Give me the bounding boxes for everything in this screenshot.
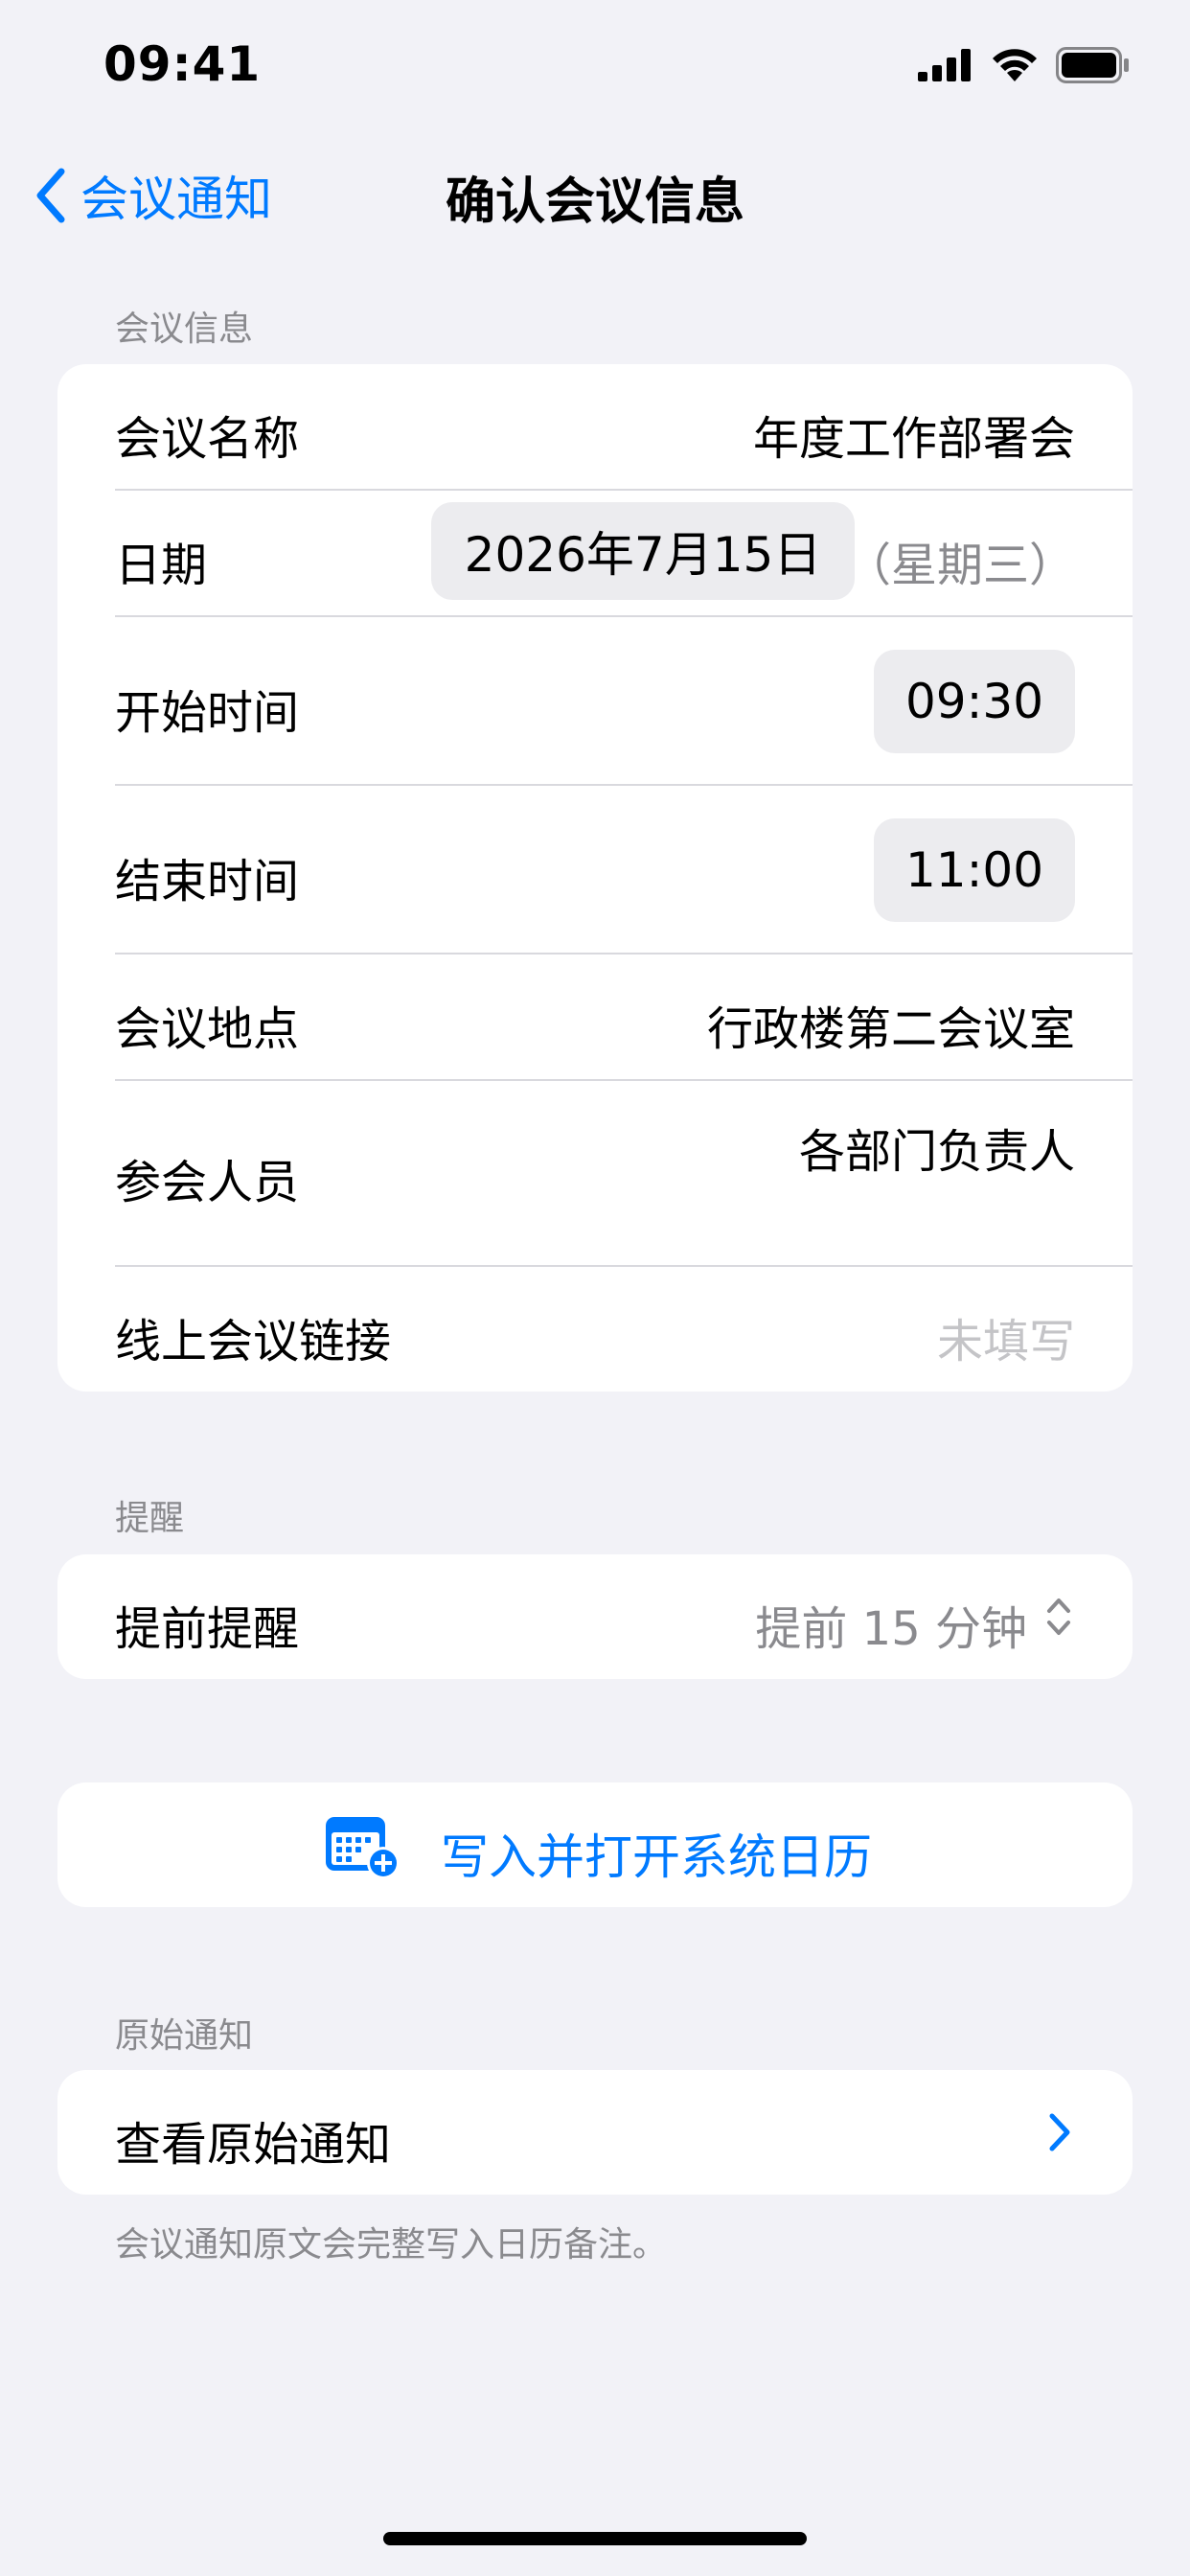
meeting-name-value: 年度工作部署会 [752, 412, 1075, 466]
location-value: 行政楼第二会议室 [706, 1002, 1075, 1056]
end-time-label: 结束时间 [115, 855, 300, 908]
section-header-original: 原始通知 [115, 2016, 254, 2056]
page-title: 确认会议信息 [445, 173, 744, 231]
reminder-row[interactable]: 提前提醒 提前 15 分钟 [57, 1554, 1133, 1679]
reminder-value: 提前 15 分钟 [755, 1602, 1027, 1656]
online-link-label: 线上会议链接 [115, 1315, 392, 1368]
write-calendar-button[interactable]: 写入并打开系统日历 [57, 1782, 1133, 1907]
start-time-row: 开始时间 09:30 [57, 617, 1133, 784]
start-time-label: 开始时间 [115, 686, 300, 740]
original-card: 查看原始通知 [57, 2070, 1133, 2195]
cellular-signal-icon [918, 49, 971, 81]
view-original-row[interactable]: 查看原始通知 [57, 2070, 1133, 2195]
date-picker-button[interactable]: 2026年7月15日 [431, 502, 855, 600]
battery-icon [1056, 47, 1129, 83]
meeting-info-card: 会议名称 年度工作部署会 日期 2026年7月15日 （星期三） 开始时间 09… [57, 364, 1133, 1392]
meeting-name-label: 会议名称 [115, 412, 300, 466]
status-icons [918, 44, 1131, 86]
meeting-name-row[interactable]: 会议名称 年度工作部署会 [57, 364, 1133, 489]
original-note: 会议通知原文会完整写入日历备注。 [115, 2225, 668, 2265]
end-time-row: 结束时间 11:00 [57, 786, 1133, 953]
attendees-label: 参会人员 [115, 1156, 300, 1209]
calendar-add-icon [326, 1817, 400, 1879]
online-link-row[interactable]: 线上会议链接 未填写 [57, 1267, 1133, 1392]
reminder-label: 提前提醒 [115, 1602, 300, 1656]
section-header-meeting-info: 会议信息 [115, 310, 254, 349]
location-label: 会议地点 [115, 1002, 300, 1056]
end-time-picker-button[interactable]: 11:00 [874, 818, 1075, 922]
status-time: 09:41 [103, 36, 262, 92]
start-time-value: 09:30 [904, 674, 1044, 729]
attendees-value: 各部门负责人 [798, 1125, 1075, 1179]
chevron-right-icon [1049, 2113, 1070, 2151]
chevron-up-down-icon [1047, 1598, 1070, 1635]
date-row: 日期 2026年7月15日 （星期三） [57, 491, 1133, 615]
start-time-picker-button[interactable]: 09:30 [874, 650, 1075, 753]
write-calendar-label: 写入并打开系统日历 [441, 1829, 872, 1885]
online-link-field[interactable]: 未填写 [937, 1303, 1075, 1370]
wifi-icon [993, 49, 1037, 81]
attendees-row[interactable]: 参会人员 各部门负责人 [57, 1081, 1133, 1265]
date-value: 2026年7月15日 [464, 527, 822, 583]
navigation-bar: 会议通知 确认会议信息 [0, 144, 1190, 240]
home-indicator [383, 2532, 807, 2545]
section-header-reminder: 提醒 [115, 1499, 185, 1538]
status-bar: 09:41 [0, 0, 1190, 134]
view-original-label: 查看原始通知 [115, 2118, 392, 2172]
weekday-value: （星期三） [844, 539, 1075, 592]
end-time-value: 11:00 [904, 842, 1044, 898]
reminder-card: 提前提醒 提前 15 分钟 [57, 1554, 1133, 1679]
date-label: 日期 [115, 539, 208, 592]
location-row[interactable]: 会议地点 行政楼第二会议室 [57, 954, 1133, 1079]
